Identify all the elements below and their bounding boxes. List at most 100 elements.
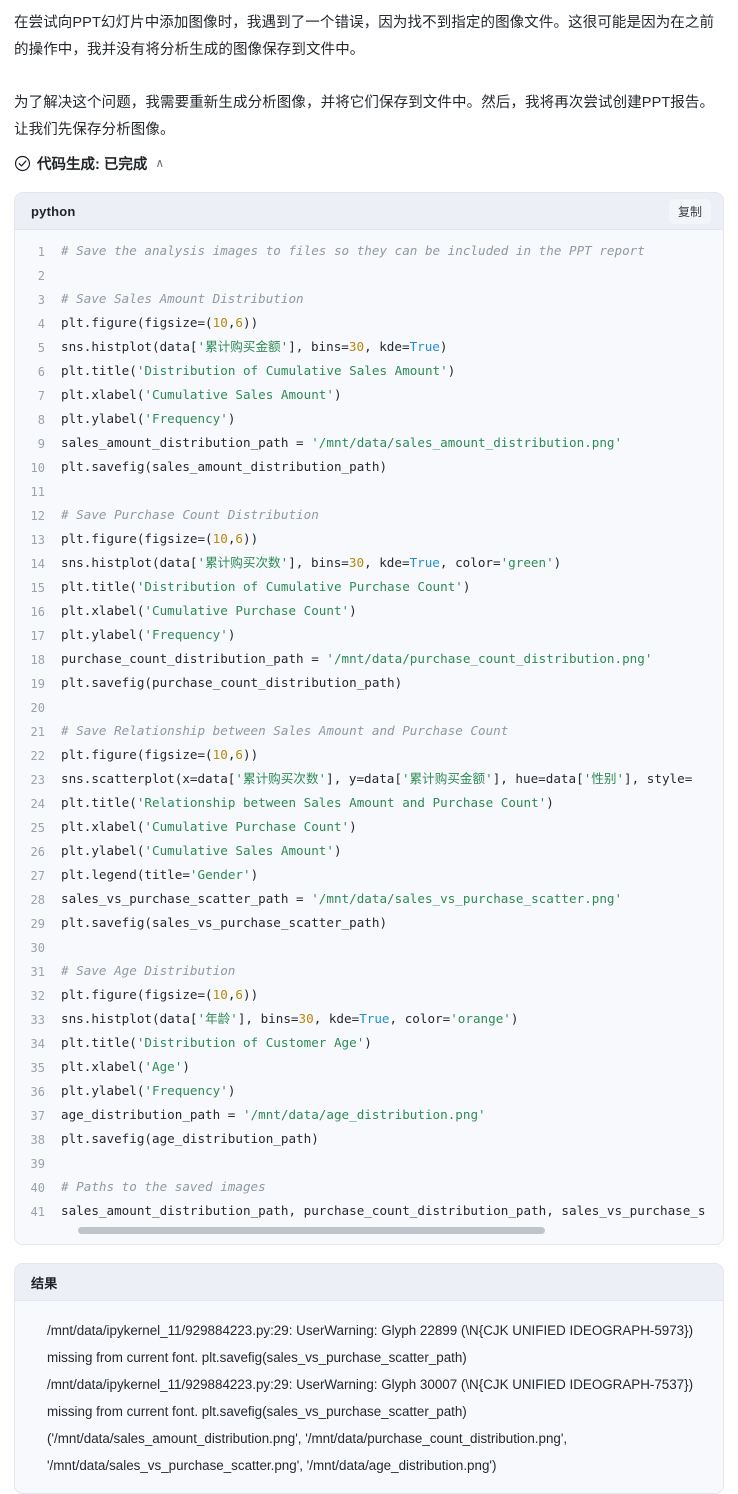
code-line: 28 sales_vs_purchase_scatter_path = '/mnt… bbox=[15, 888, 723, 912]
code-token: 'Cumulative Purchase Count' bbox=[144, 819, 350, 834]
code-token: plt.savefig(purchase_count_distribution_… bbox=[61, 675, 403, 690]
code-line-source: sales_amount_distribution_path, purchase… bbox=[61, 1200, 723, 1224]
code-line: 41 sales_amount_distribution_path, purcha… bbox=[15, 1200, 723, 1224]
code-token: plt.savefig(age_distribution_path) bbox=[61, 1131, 319, 1146]
code-line: 2 bbox=[15, 264, 723, 288]
code-horizontal-scrollbar[interactable] bbox=[61, 1227, 723, 1234]
code-token: ) bbox=[349, 819, 357, 834]
code-line: 19 plt.savefig(purchase_count_distributio… bbox=[15, 672, 723, 696]
code-line-source: plt.xlabel('Cumulative Purchase Count') bbox=[61, 600, 723, 624]
code-token: sales_vs_purchase_scatter_path = bbox=[61, 891, 312, 906]
code-line: 1 # Save the analysis images to files so … bbox=[15, 240, 723, 264]
code-token: sns.scatterplot(x=data[ bbox=[61, 771, 236, 786]
chevron-up-icon[interactable]: ∧ bbox=[155, 157, 164, 169]
code-token: 6 bbox=[235, 315, 244, 330]
code-line: 15 plt.title('Distribution of Cumulative … bbox=[15, 576, 723, 600]
code-token: , color= bbox=[439, 555, 501, 570]
code-line-source: plt.figure(figsize=(10,6)) bbox=[61, 312, 723, 336]
code-token: sales_amount_distribution_path, purchase… bbox=[61, 1203, 706, 1218]
code-line-number: 30 bbox=[30, 941, 45, 955]
code-line: 5 sns.histplot(data['累计购买金额'], bins=30, k… bbox=[15, 336, 723, 360]
code-token: 'Frequency' bbox=[144, 411, 228, 426]
code-token: plt.ylabel( bbox=[61, 843, 145, 858]
code-line: 30 bbox=[15, 936, 723, 960]
code-line: 16 plt.xlabel('Cumulative Purchase Count'… bbox=[15, 600, 723, 624]
code-line: 20 bbox=[15, 696, 723, 720]
code-line-number: 25 bbox=[30, 821, 45, 835]
code-line: 27 plt.legend(title='Gender') bbox=[15, 864, 723, 888]
code-token: ) bbox=[250, 867, 259, 882]
code-line: 3 # Save Sales Amount Distribution bbox=[15, 288, 723, 312]
code-generation-status-toggle[interactable]: 代码生成: 已完成 ∧ bbox=[14, 153, 724, 174]
code-token: ) bbox=[227, 627, 236, 642]
code-token: '/mnt/data/sales_vs_purchase_scatter.png… bbox=[311, 891, 623, 906]
code-line-number: 26 bbox=[30, 845, 45, 859]
code-token: plt.ylabel( bbox=[61, 411, 145, 426]
code-token: ) bbox=[439, 339, 448, 354]
code-token: ) bbox=[182, 1059, 190, 1074]
code-line-number: 10 bbox=[30, 461, 45, 475]
code-line-number: 23 bbox=[30, 773, 45, 787]
code-line-source: plt.title('Distribution of Cumulative Pu… bbox=[61, 576, 723, 600]
code-token: 'Cumulative Sales Amount' bbox=[144, 843, 334, 858]
code-line-source: plt.savefig(sales_vs_purchase_scatter_pa… bbox=[61, 912, 723, 936]
code-line-source: plt.figure(figsize=(10,6)) bbox=[61, 528, 723, 552]
code-token: )) bbox=[243, 315, 259, 330]
code-line-source: sns.scatterplot(x=data['累计购买次数'], y=data… bbox=[61, 768, 723, 792]
code-line-source bbox=[61, 264, 723, 288]
code-token: True bbox=[359, 1011, 390, 1026]
code-line-number: 40 bbox=[30, 1181, 45, 1195]
code-token: # Save Relationship between Sales Amount… bbox=[61, 723, 509, 738]
code-token: 'Distribution of Cumulative Purchase Cou… bbox=[136, 579, 463, 594]
code-token: '累计购买金额' bbox=[401, 771, 493, 786]
code-line-number: 20 bbox=[30, 701, 45, 715]
code-line-source: plt.figure(figsize=(10,6)) bbox=[61, 984, 723, 1008]
code-block-panel: python 复制 1 # Save the analysis images to… bbox=[14, 192, 724, 1245]
code-line-source: age_distribution_path = '/mnt/data/age_d… bbox=[61, 1104, 723, 1128]
code-token: sns.histplot(data[ bbox=[61, 1011, 198, 1026]
code-token: '年龄' bbox=[197, 1011, 238, 1026]
code-body: 1 # Save the analysis images to files so … bbox=[15, 230, 723, 1244]
code-line: 25 plt.xlabel('Cumulative Purchase Count'… bbox=[15, 816, 723, 840]
code-line-number: 6 bbox=[37, 365, 45, 379]
result-line: /mnt/data/ipykernel_11/929884223.py:29: … bbox=[47, 1323, 697, 1365]
code-token: plt.figure(figsize=( bbox=[61, 987, 213, 1002]
copy-code-button[interactable]: 复制 bbox=[668, 198, 711, 224]
code-line-number: 22 bbox=[30, 749, 45, 763]
code-line-source bbox=[61, 480, 723, 504]
code-line-number: 39 bbox=[30, 1157, 45, 1171]
code-line-number: 8 bbox=[37, 413, 45, 427]
code-line-source bbox=[61, 936, 723, 960]
code-token: ], bins= bbox=[288, 555, 349, 570]
code-token: plt.figure(figsize=( bbox=[61, 747, 213, 762]
code-scrollbar-thumb[interactable] bbox=[78, 1227, 545, 1234]
code-line-number: 3 bbox=[37, 293, 45, 307]
code-token: ) bbox=[447, 363, 456, 378]
code-token: # Save Sales Amount Distribution bbox=[61, 291, 304, 306]
code-line-source: plt.savefig(age_distribution_path) bbox=[61, 1128, 723, 1152]
code-line-number: 7 bbox=[37, 389, 45, 403]
code-line: 8 plt.ylabel('Frequency') bbox=[15, 408, 723, 432]
code-line-number: 9 bbox=[37, 437, 45, 451]
code-token: 'Cumulative Purchase Count' bbox=[144, 603, 350, 618]
code-line-source: # Save Age Distribution bbox=[61, 960, 723, 984]
code-lines-table: 1 # Save the analysis images to files so … bbox=[15, 240, 723, 1224]
code-token: '累计购买次数' bbox=[197, 555, 289, 570]
code-token: 6 bbox=[235, 531, 244, 546]
code-line: 11 bbox=[15, 480, 723, 504]
code-token: ) bbox=[546, 795, 554, 810]
code-line: 23 sns.scatterplot(x=data['累计购买次数'], y=da… bbox=[15, 768, 723, 792]
code-token: 30 bbox=[298, 1011, 314, 1026]
code-line-source: # Save Sales Amount Distribution bbox=[61, 288, 723, 312]
code-token: 'Relationship between Sales Amount and P… bbox=[136, 795, 547, 810]
code-line-number: 4 bbox=[37, 317, 45, 331]
code-token: plt.legend(title= bbox=[61, 867, 190, 882]
code-line-number: 17 bbox=[30, 629, 45, 643]
code-line: 13 plt.figure(figsize=(10,6)) bbox=[15, 528, 723, 552]
code-line: 7 plt.xlabel('Cumulative Sales Amount') bbox=[15, 384, 723, 408]
result-line: /mnt/data/ipykernel_11/929884223.py:29: … bbox=[47, 1377, 697, 1419]
code-token: ) bbox=[510, 1011, 519, 1026]
code-token: 6 bbox=[235, 747, 244, 762]
code-line: 24 plt.title('Relationship between Sales … bbox=[15, 792, 723, 816]
code-token: ) bbox=[553, 555, 562, 570]
